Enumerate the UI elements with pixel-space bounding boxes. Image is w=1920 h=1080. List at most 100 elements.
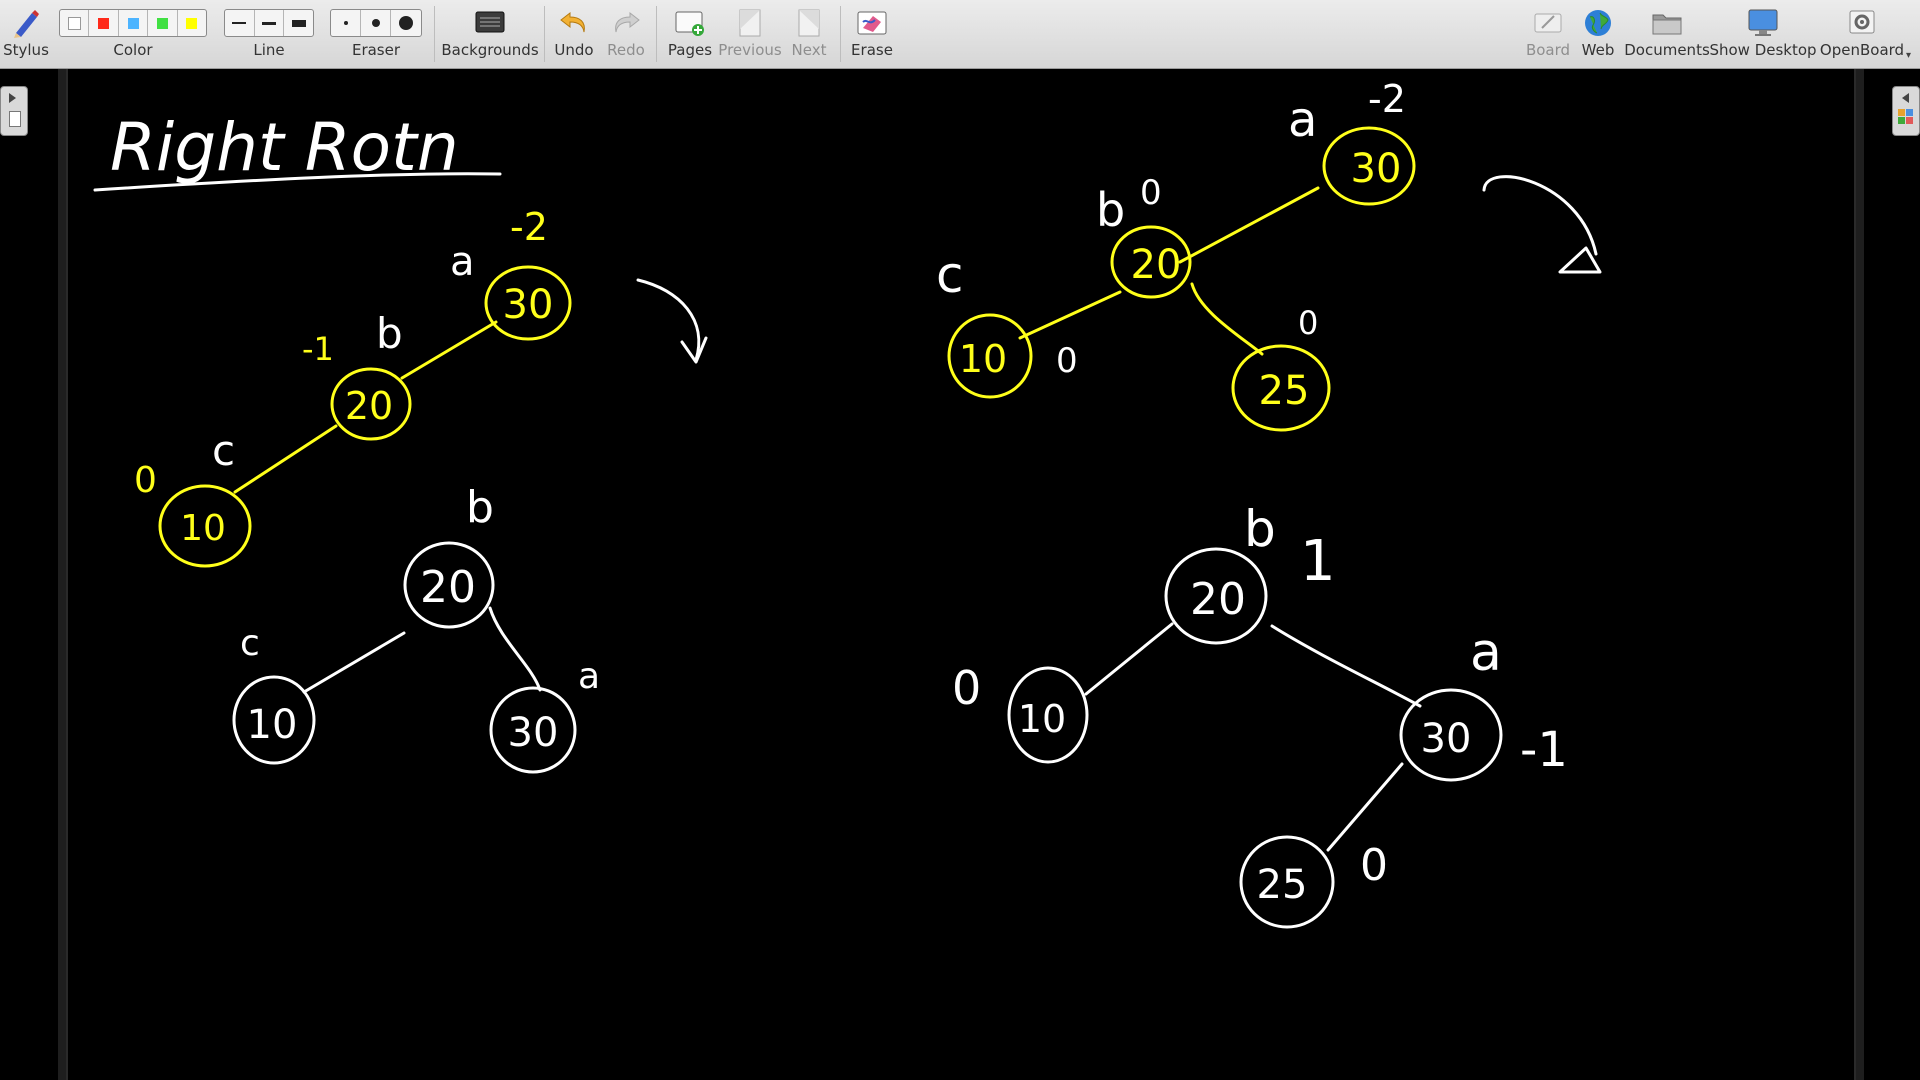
node-label: a — [450, 239, 475, 285]
node-label: c — [240, 623, 260, 664]
color-swatch-white[interactable] — [60, 10, 90, 36]
right-panel-toggle[interactable] — [1892, 86, 1920, 136]
balance-factor: 0 — [1140, 173, 1162, 213]
node-value: 30 — [503, 282, 554, 328]
show-desktop-button[interactable]: Show Desktop — [1709, 4, 1817, 64]
tree-edge — [302, 631, 406, 694]
stylus-tool[interactable]: Stylus — [3, 4, 49, 64]
color-swatch-yellow[interactable] — [178, 10, 206, 36]
node-value: 10 — [180, 508, 226, 549]
node-value: 10 — [959, 337, 1007, 381]
redo-icon — [610, 4, 642, 42]
line-thick-option[interactable] — [284, 10, 313, 36]
rotation-arrowhead — [680, 336, 708, 364]
documents-label: Documents — [1624, 41, 1710, 59]
backgrounds-button[interactable]: Backgrounds — [441, 4, 539, 64]
balance-factor: -2 — [1368, 77, 1406, 121]
erase-icon — [855, 4, 889, 42]
undo-icon — [558, 4, 590, 42]
toolbar-separator — [656, 6, 657, 62]
tree-edge — [1270, 624, 1422, 708]
line-width-selector[interactable] — [224, 9, 314, 37]
rotation-arrow — [636, 278, 701, 362]
openboard-menu-button[interactable]: OpenBoard — [1820, 4, 1904, 64]
tree-edge — [488, 606, 542, 692]
color-palette[interactable] — [59, 9, 207, 37]
left-panel-toggle[interactable] — [0, 86, 28, 136]
toolbar-separator — [434, 6, 435, 62]
rotation-arrow — [1482, 175, 1598, 256]
node-value: 25 — [1257, 862, 1308, 908]
node-value: 20 — [345, 384, 393, 428]
backgrounds-label: Backgrounds — [441, 41, 539, 59]
previous-page-button[interactable]: Previous — [718, 4, 782, 64]
eraser-tool[interactable]: Eraser — [330, 4, 422, 64]
balance-factor: 0 — [952, 661, 981, 715]
node-label: a — [1288, 92, 1317, 148]
show-desktop-label: Show Desktop — [1709, 41, 1817, 59]
add-page-icon — [673, 4, 707, 42]
node-label: b — [466, 482, 494, 533]
balance-factor: -1 — [1520, 722, 1568, 778]
next-page-icon — [794, 4, 824, 42]
stylus-icon — [10, 4, 42, 42]
line-medium-option[interactable] — [255, 10, 285, 36]
node-value: 30 — [1421, 716, 1472, 762]
color-swatch-blue[interactable] — [119, 10, 149, 36]
color-swatch-green[interactable] — [148, 10, 178, 36]
node-value: 20 — [1190, 574, 1246, 625]
eraser-large-option[interactable] — [391, 10, 420, 36]
dropdown-arrow-icon: ▾ — [1906, 50, 1912, 61]
tree-1: 30 20 10 a b c -2 -1 0 — [134, 205, 572, 568]
line-label: Line — [253, 41, 285, 59]
node-label: a — [578, 656, 600, 697]
redo-button[interactable]: Redo — [604, 4, 648, 64]
color-label: Color — [113, 41, 153, 59]
board-button[interactable]: Board — [1524, 4, 1572, 64]
node-value: 30 — [1351, 146, 1402, 192]
openboard-label: OpenBoard — [1819, 41, 1905, 59]
globe-icon — [1582, 4, 1614, 42]
node-value: 20 — [1131, 242, 1182, 288]
expand-right-icon — [9, 93, 16, 103]
balance-factor: 0 — [134, 460, 157, 501]
node-label: c — [936, 246, 964, 304]
balance-factor: 1 — [1300, 529, 1336, 594]
tree-edge — [233, 424, 338, 494]
tree-3: 30 20 10 25 a b c -2 0 0 0 — [936, 77, 1416, 432]
eraser-small-option[interactable] — [331, 10, 361, 36]
undo-label: Undo — [554, 41, 594, 59]
stylus-label: Stylus — [3, 41, 49, 59]
desktop-icon — [1746, 4, 1780, 42]
eraser-medium-option[interactable] — [361, 10, 391, 36]
expand-left-icon — [1902, 93, 1909, 103]
next-page-button[interactable]: Next — [786, 4, 832, 64]
erase-label: Erase — [851, 41, 893, 59]
pages-label: Pages — [667, 41, 713, 59]
node-label: b — [1096, 183, 1125, 237]
node-value: 25 — [1259, 368, 1310, 414]
backgrounds-icon — [474, 4, 506, 42]
line-tool[interactable]: Line — [224, 4, 314, 64]
color-swatch-red[interactable] — [89, 10, 119, 36]
undo-button[interactable]: Undo — [552, 4, 596, 64]
erase-button[interactable]: Erase — [850, 4, 894, 64]
balance-factor: 0 — [1298, 304, 1318, 342]
balance-factor: 0 — [1360, 840, 1388, 891]
documents-button[interactable]: Documents — [1624, 4, 1710, 64]
color-tool[interactable]: Color — [58, 4, 208, 64]
web-button[interactable]: Web — [1578, 4, 1618, 64]
library-icon — [1898, 109, 1914, 125]
node-label: b — [1244, 500, 1276, 558]
tree-edge — [1326, 762, 1404, 852]
tree-edge — [1190, 282, 1264, 356]
node-label: c — [212, 426, 235, 475]
whiteboard-canvas[interactable]: Right Rotn 30 20 10 a b c -2 -1 0 20 10 … — [0, 69, 1920, 1080]
board-icon — [1532, 4, 1564, 42]
pages-button[interactable]: Pages — [664, 4, 716, 64]
line-thin-option[interactable] — [225, 10, 255, 36]
eraser-size-selector[interactable] — [330, 9, 422, 37]
tree-edge — [1178, 186, 1320, 264]
left-panel-edge — [58, 69, 68, 1080]
tree-4: 20 10 30 25 b a 1 0 -1 0 — [952, 500, 1568, 929]
